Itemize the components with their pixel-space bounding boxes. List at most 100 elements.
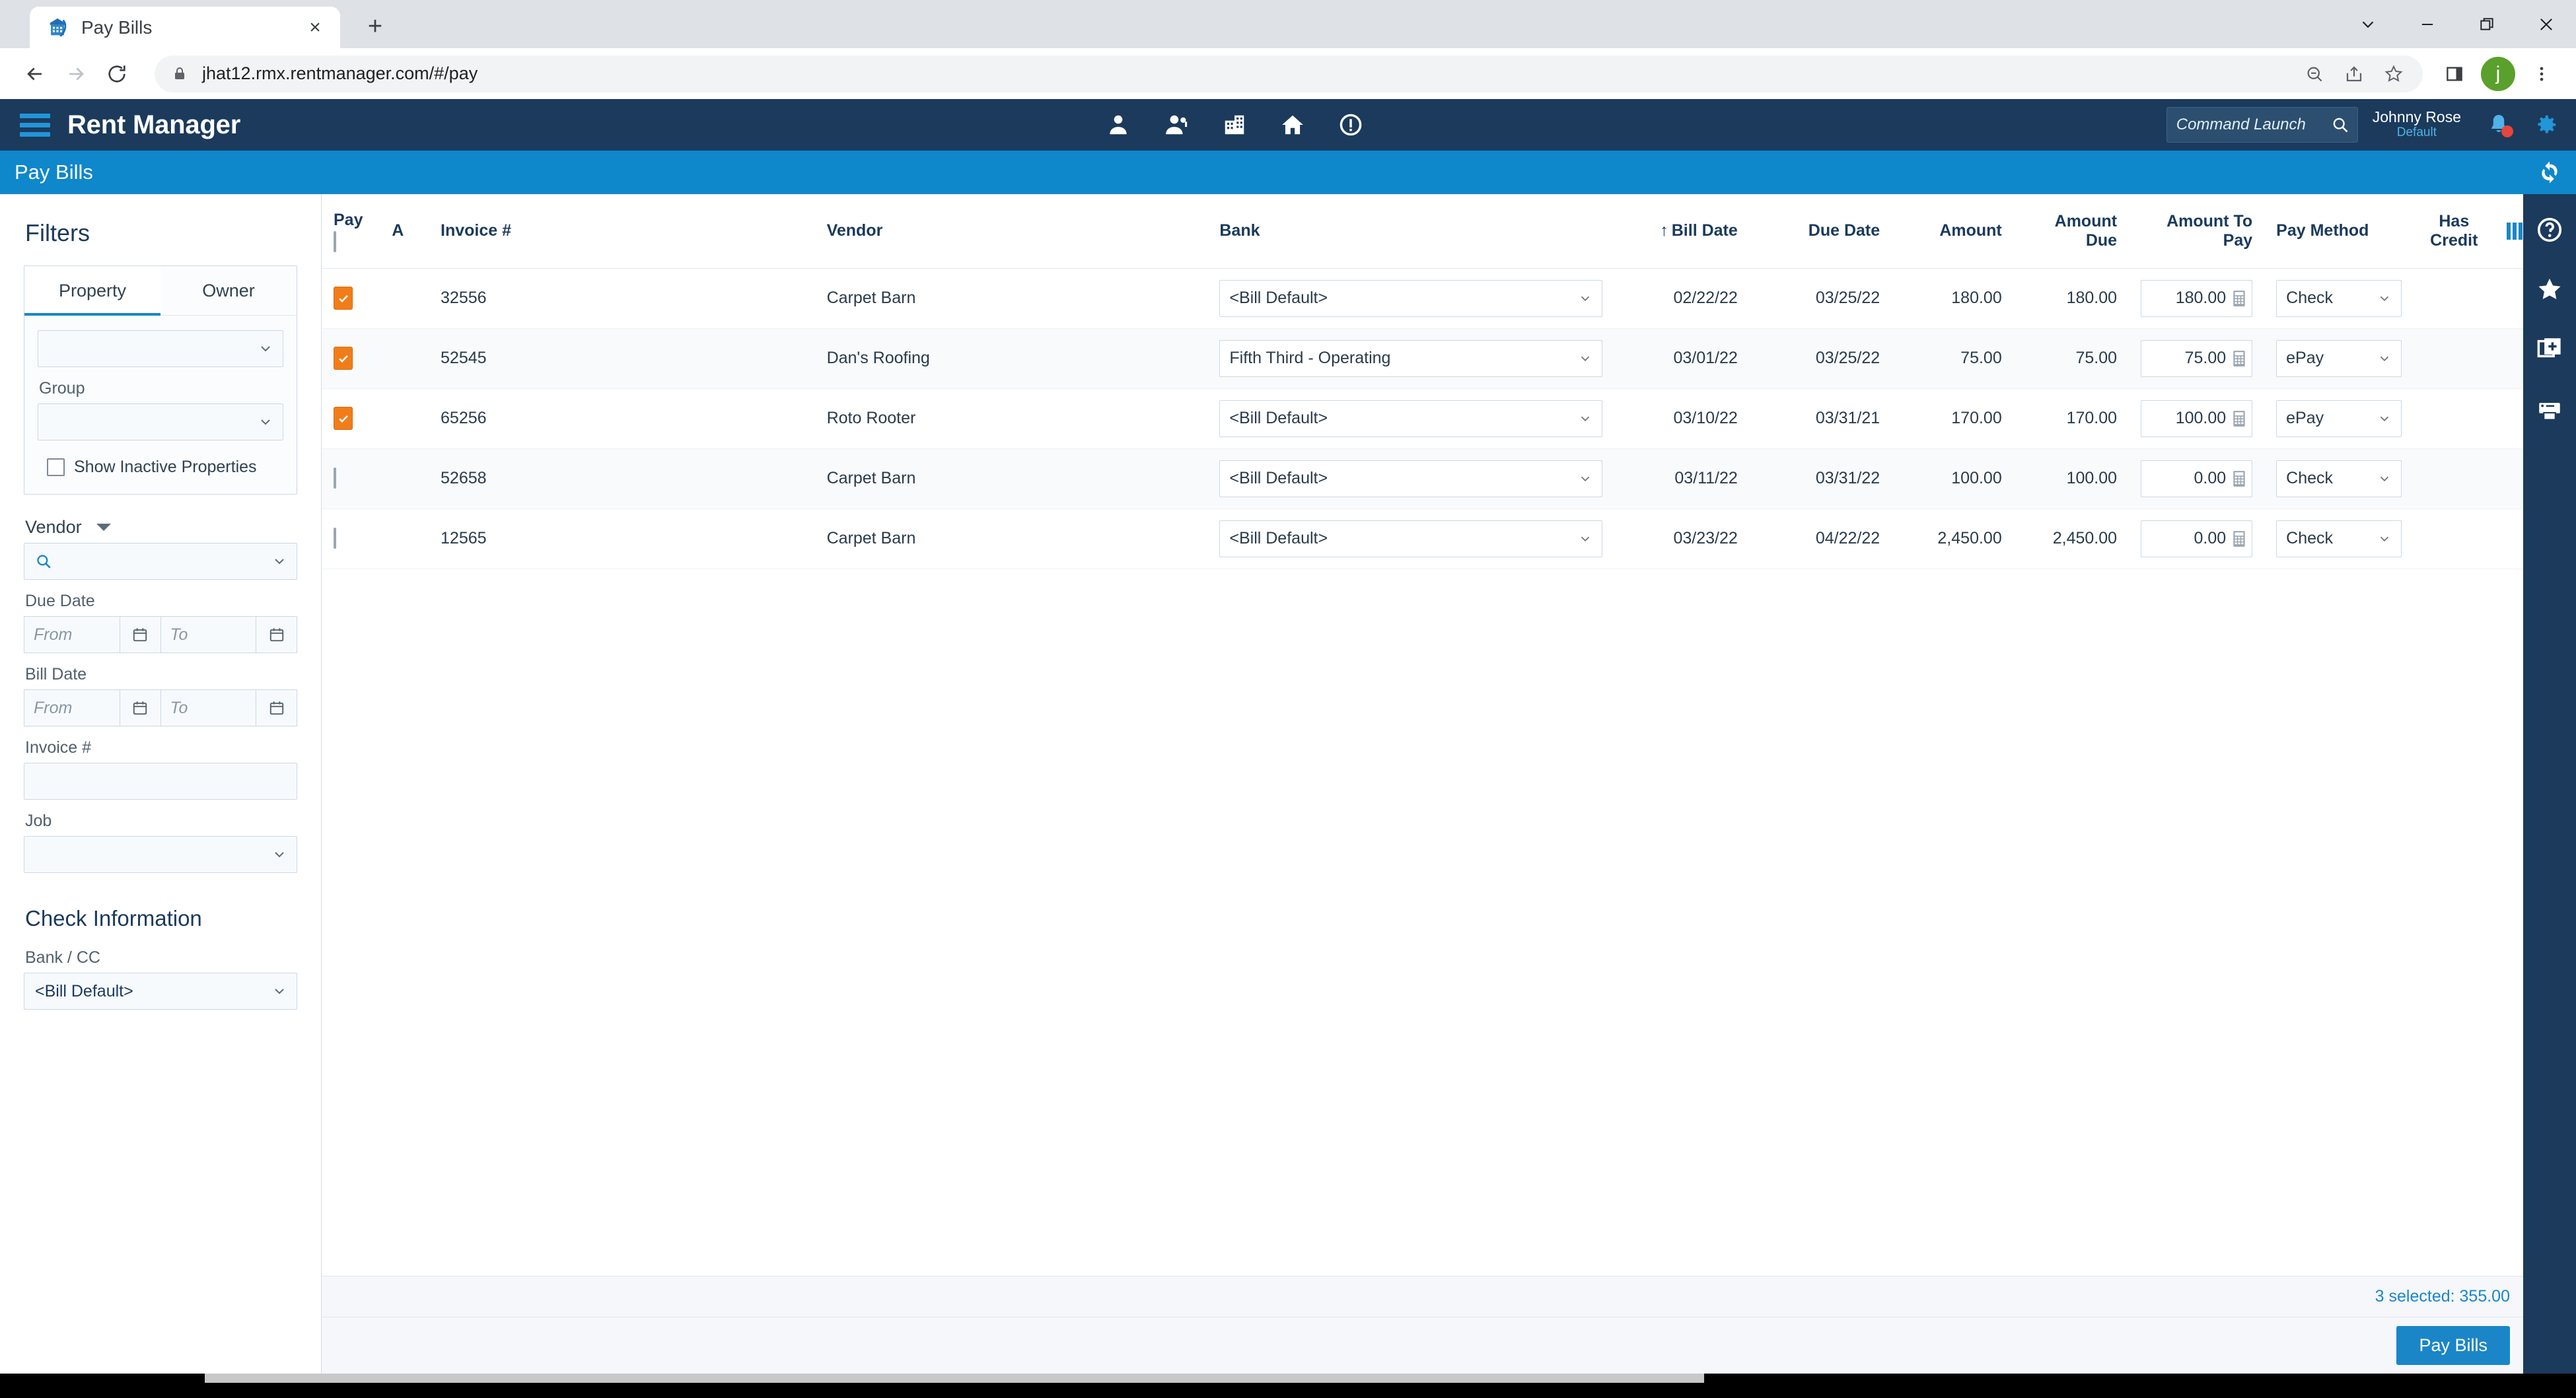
calculator-icon[interactable] — [2232, 470, 2246, 487]
calendar-icon[interactable] — [120, 689, 161, 726]
back-icon[interactable] — [15, 53, 55, 94]
gear-icon[interactable] — [2531, 110, 2561, 140]
calculator-icon[interactable] — [2232, 410, 2246, 427]
command-launch-input[interactable]: Command Launch — [2166, 107, 2358, 143]
home-icon[interactable] — [1277, 110, 1308, 140]
col-a[interactable]: A — [380, 194, 429, 269]
restore-icon[interactable] — [2457, 0, 2517, 48]
vendor-filter-header[interactable]: Vendor — [25, 517, 297, 538]
user-block[interactable]: Johnny Rose Default — [2373, 108, 2461, 141]
bank-select[interactable]: Fifth Third - Operating — [1219, 339, 1602, 377]
help-icon[interactable] — [2532, 213, 2567, 247]
col-amount-to-pay[interactable]: Amount To Pay — [2129, 194, 2265, 269]
side-panel-icon[interactable] — [2435, 54, 2474, 94]
bank-select[interactable]: <Bill Default> — [1219, 520, 1602, 557]
col-has-credit[interactable]: Has Credit — [2413, 194, 2495, 269]
new-tab-button[interactable]: + — [356, 7, 394, 46]
calculator-icon[interactable] — [2232, 530, 2246, 547]
cell-bank[interactable]: <Bill Default> — [1207, 508, 1614, 569]
cell-pay[interactable] — [322, 328, 380, 389]
amount-to-pay-input[interactable]: 75.00 — [2141, 339, 2253, 377]
cell-amount-to-pay[interactable]: 100.00 — [2129, 388, 2265, 449]
pay-checkbox-unchecked[interactable] — [334, 468, 336, 489]
cell-bank[interactable]: <Bill Default> — [1207, 448, 1614, 509]
cell-pay[interactable] — [322, 268, 380, 329]
browser-tab[interactable]: Pay Bills × — [30, 7, 340, 48]
bill-date-from-input[interactable]: From — [24, 689, 120, 726]
bank-select[interactable]: <Bill Default> — [1219, 400, 1602, 437]
amount-to-pay-input[interactable]: 0.00 — [2141, 520, 2253, 557]
pay-checkbox-checked[interactable] — [334, 347, 353, 370]
zoom-out-icon[interactable] — [2295, 54, 2334, 94]
caret-down-icon[interactable] — [96, 524, 111, 531]
notifications-bell-icon[interactable] — [2484, 110, 2514, 140]
pay-method-select[interactable]: ePay — [2276, 339, 2402, 377]
calendar-icon[interactable] — [120, 616, 161, 653]
amount-to-pay-input[interactable]: 0.00 — [2141, 460, 2253, 497]
calculator-icon[interactable] — [2232, 350, 2246, 367]
search-icon[interactable] — [2331, 116, 2349, 134]
chevron-down-icon[interactable] — [2338, 0, 2398, 48]
amount-to-pay-input[interactable]: 180.00 — [2141, 279, 2253, 317]
table-row[interactable]: 12565 Carpet Barn <Bill Default> 03/23/2… — [322, 508, 2576, 569]
property-icon[interactable] — [1219, 110, 1250, 140]
col-amount-due[interactable]: Amount Due — [2013, 194, 2129, 269]
select-all-checkbox[interactable] — [334, 230, 336, 252]
table-row[interactable]: 52658 Carpet Barn <Bill Default> 03/11/2… — [322, 448, 2576, 509]
table-row[interactable]: 32556 Carpet Barn <Bill Default> 02/22/2… — [322, 268, 2576, 329]
property-select[interactable] — [38, 330, 283, 367]
minimize-icon[interactable] — [2398, 0, 2457, 48]
reload-icon[interactable] — [96, 53, 137, 94]
refresh-icon[interactable] — [2523, 151, 2576, 194]
cell-bank[interactable]: <Bill Default> — [1207, 388, 1614, 449]
tenant-icon[interactable] — [1103, 110, 1133, 140]
pay-method-select[interactable]: Check — [2276, 520, 2402, 557]
cell-amount-to-pay[interactable]: 75.00 — [2129, 328, 2265, 389]
col-bank[interactable]: Bank — [1207, 194, 1614, 269]
bank-cc-select[interactable]: <Bill Default> — [24, 973, 297, 1010]
calculator-icon[interactable] — [2232, 290, 2246, 307]
tab-owner[interactable]: Owner — [161, 266, 297, 316]
share-icon[interactable] — [2334, 54, 2374, 94]
vendor-search-select[interactable] — [24, 543, 297, 580]
cell-bank[interactable]: <Bill Default> — [1207, 268, 1614, 329]
close-icon[interactable]: × — [302, 15, 328, 41]
col-amount[interactable]: Amount — [1892, 194, 2014, 269]
col-pay-method[interactable]: Pay Method — [2264, 194, 2414, 269]
chrome-menu-icon[interactable] — [2522, 54, 2561, 94]
due-date-from-input[interactable]: From — [24, 616, 120, 653]
col-vendor[interactable]: Vendor — [814, 194, 1208, 269]
cell-pay-method[interactable]: Check — [2264, 268, 2414, 329]
pay-bills-button[interactable]: Pay Bills — [2396, 1326, 2510, 1365]
due-date-to-input[interactable]: To — [161, 616, 256, 653]
col-bill-date[interactable]: ↑ Bill Date — [1614, 194, 1750, 269]
cell-bank[interactable]: Fifth Third - Operating — [1207, 328, 1614, 389]
cell-pay[interactable] — [322, 388, 380, 449]
cell-amount-to-pay[interactable]: 0.00 — [2129, 508, 2265, 569]
bank-select[interactable]: <Bill Default> — [1219, 279, 1602, 317]
col-due-date[interactable]: Due Date — [1749, 194, 1892, 269]
bank-select[interactable]: <Bill Default> — [1219, 460, 1602, 497]
cell-pay[interactable] — [322, 448, 380, 509]
show-inactive-properties-row[interactable]: Show Inactive Properties — [38, 458, 283, 477]
info-icon[interactable] — [1336, 110, 1366, 140]
show-inactive-checkbox[interactable] — [47, 458, 65, 476]
calendar-icon[interactable] — [256, 616, 297, 653]
close-window-icon[interactable] — [2517, 0, 2576, 48]
pay-method-select[interactable]: Check — [2276, 460, 2402, 497]
cell-pay-method[interactable]: ePay — [2264, 388, 2414, 449]
bookmark-star-icon[interactable] — [2374, 54, 2414, 94]
invoice-number-input[interactable] — [24, 763, 297, 800]
cell-pay[interactable] — [322, 508, 380, 569]
tab-property[interactable]: Property — [24, 266, 161, 316]
pay-method-select[interactable]: Check — [2276, 279, 2402, 317]
pay-checkbox-unchecked[interactable] — [334, 528, 336, 549]
profile-avatar[interactable]: j — [2481, 56, 2515, 91]
bill-date-to-input[interactable]: To — [161, 689, 256, 726]
col-invoice[interactable]: Invoice # — [429, 194, 815, 269]
amount-to-pay-input[interactable]: 100.00 — [2141, 400, 2253, 437]
address-bar[interactable]: jhat12.rmx.rentmanager.com/#/pay — [155, 55, 2423, 92]
pay-checkbox-checked[interactable] — [334, 407, 353, 430]
cell-pay-method[interactable]: Check — [2264, 508, 2414, 569]
calendar-icon[interactable] — [256, 689, 297, 726]
